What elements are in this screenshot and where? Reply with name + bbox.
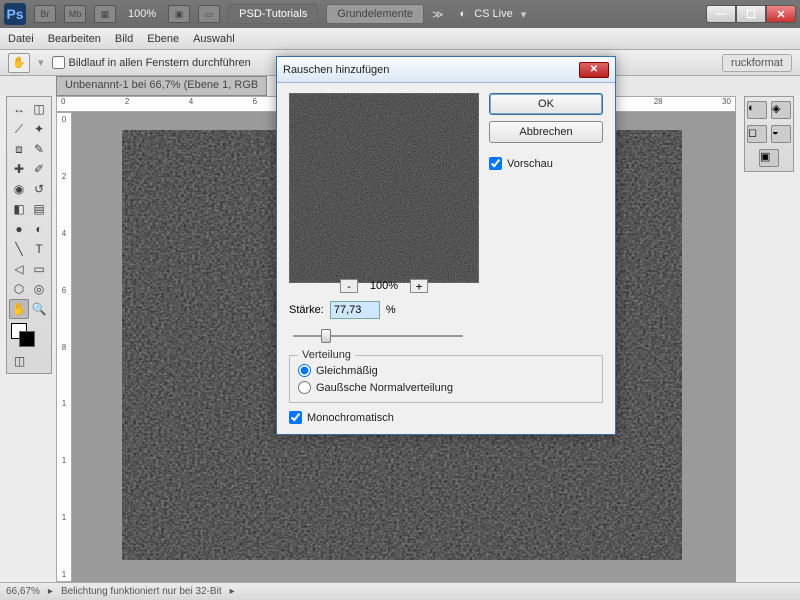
menu-bearbeiten[interactable]: Bearbeiten — [48, 33, 101, 45]
preview-zoom: 100% — [370, 280, 398, 292]
print-format-button[interactable]: ruckformat — [722, 54, 792, 72]
toolbox: ↔◫ ⟋✦ ⧈✎ ✚✐ ◉↺ ◧▤ ●◐ ╲T ◁▭ ⬡◎ ✋🔍 ◫ — [6, 96, 52, 374]
add-noise-dialog: Rauschen hinzufügen ✕ - 100% + OK Abbrec… — [276, 56, 616, 435]
move-tool[interactable]: ↔ — [9, 99, 29, 119]
window-close[interactable]: ✕ — [766, 5, 796, 23]
adjustments-panel-icon[interactable]: ◻ — [747, 125, 767, 143]
heal-tool[interactable]: ✚ — [9, 159, 29, 179]
tab-psd-tutorials[interactable]: PSD-Tutorials — [228, 4, 318, 24]
dodge-tool[interactable]: ◐ — [29, 219, 49, 239]
strength-label: Stärke: — [289, 304, 324, 316]
ok-button[interactable]: OK — [489, 93, 603, 115]
status-zoom[interactable]: 66,67% — [6, 586, 40, 597]
photoshop-logo: Ps — [4, 3, 26, 25]
eyedropper-tool[interactable]: ✎ — [29, 139, 49, 159]
swatches-panel-icon[interactable]: ◈ — [771, 101, 791, 119]
tab-grundelemente[interactable]: Grundelemente — [326, 4, 424, 24]
marquee-tool[interactable]: ◫ — [29, 99, 49, 119]
dialog-titlebar[interactable]: Rauschen hinzufügen ✕ — [277, 57, 615, 83]
tab-overflow[interactable]: ≫ — [432, 8, 444, 21]
minibridge-icon[interactable]: Mb — [64, 5, 86, 23]
window-maximize[interactable]: ☐ — [736, 5, 766, 23]
masks-panel-icon[interactable]: ◒ — [771, 125, 791, 143]
menu-ebene[interactable]: Ebene — [147, 33, 179, 45]
distribution-fieldset: Verteilung Gleichmäßig Gaußsche Normalve… — [289, 355, 603, 403]
3d-tool[interactable]: ⬡ — [9, 279, 29, 299]
menu-bild[interactable]: Bild — [115, 33, 133, 45]
hand-tool[interactable]: ✋ — [9, 299, 29, 319]
wand-tool[interactable]: ✦ — [29, 119, 49, 139]
cancel-button[interactable]: Abbrechen — [489, 121, 603, 143]
hand-tool-icon[interactable]: ✋ — [8, 53, 30, 73]
lasso-tool[interactable]: ⟋ — [9, 119, 29, 139]
right-panel: ◐◈ ◻◒ ▣ — [744, 96, 794, 172]
zoom-tool[interactable]: 🔍 — [29, 299, 49, 319]
document-tab[interactable]: Unbenannt-1 bei 66,7% (Ebene 1, RGB — [56, 76, 267, 96]
strength-input[interactable] — [330, 301, 380, 319]
dialog-title: Rauschen hinzufügen — [283, 64, 389, 76]
cs-live[interactable]: CS Live — [474, 8, 513, 20]
menu-bar: Datei Bearbeiten Bild Ebene Auswahl — [0, 28, 800, 50]
ruler-vertical: 024681111 — [56, 112, 72, 582]
dialog-close-icon[interactable]: ✕ — [579, 62, 609, 78]
preview-checkbox[interactable]: Vorschau — [489, 157, 603, 170]
arrange-icon[interactable]: ▣ — [168, 5, 190, 23]
app-titlebar: Ps Br Mb ▦ 100% ▣ ▭ PSD-Tutorials Grunde… — [0, 0, 800, 28]
menu-datei[interactable]: Datei — [8, 33, 34, 45]
noise-preview[interactable] — [289, 93, 479, 283]
gradient-tool[interactable]: ▤ — [29, 199, 49, 219]
view-extras-icon[interactable]: ▦ — [94, 5, 116, 23]
window-minimize[interactable]: — — [706, 5, 736, 23]
monochromatic-checkbox[interactable]: Monochromatisch — [289, 411, 603, 424]
shape-tool[interactable]: ▭ — [29, 259, 49, 279]
radio-uniform[interactable]: Gleichmäßig — [298, 364, 594, 377]
scroll-all-checkbox[interactable]: Bildlauf in allen Fenstern durchführen — [52, 56, 251, 69]
status-message: Belichtung funktioniert nur bei 32-Bit — [61, 586, 222, 597]
eraser-tool[interactable]: ◧ — [9, 199, 29, 219]
strength-unit: % — [386, 304, 396, 316]
path-select-tool[interactable]: ◁ — [9, 259, 29, 279]
color-swatches[interactable] — [11, 323, 47, 347]
color-panel-icon[interactable]: ◐ — [747, 101, 767, 119]
crop-tool[interactable]: ⧈ — [9, 139, 29, 159]
status-bar: 66,67% ▸ Belichtung funktioniert nur bei… — [0, 582, 800, 600]
strength-slider[interactable] — [293, 327, 463, 345]
menu-auswahl[interactable]: Auswahl — [193, 33, 235, 45]
layers-panel-icon[interactable]: ▣ — [759, 149, 779, 167]
zoom-in-button[interactable]: + — [410, 279, 428, 293]
bridge-icon[interactable]: Br — [34, 5, 56, 23]
zoom-out-button[interactable]: - — [340, 279, 358, 293]
blur-tool[interactable]: ● — [9, 219, 29, 239]
pen-tool[interactable]: ╲ — [9, 239, 29, 259]
screen-mode-icon[interactable]: ▭ — [198, 5, 220, 23]
radio-gaussian[interactable]: Gaußsche Normalverteilung — [298, 381, 594, 394]
type-tool[interactable]: T — [29, 239, 49, 259]
camera-tool[interactable]: ◎ — [29, 279, 49, 299]
quickmask-icon[interactable]: ◫ — [9, 351, 30, 371]
history-brush-tool[interactable]: ↺ — [29, 179, 49, 199]
stamp-tool[interactable]: ◉ — [9, 179, 29, 199]
brush-tool[interactable]: ✐ — [29, 159, 49, 179]
zoom-level[interactable]: 100% — [128, 8, 156, 20]
